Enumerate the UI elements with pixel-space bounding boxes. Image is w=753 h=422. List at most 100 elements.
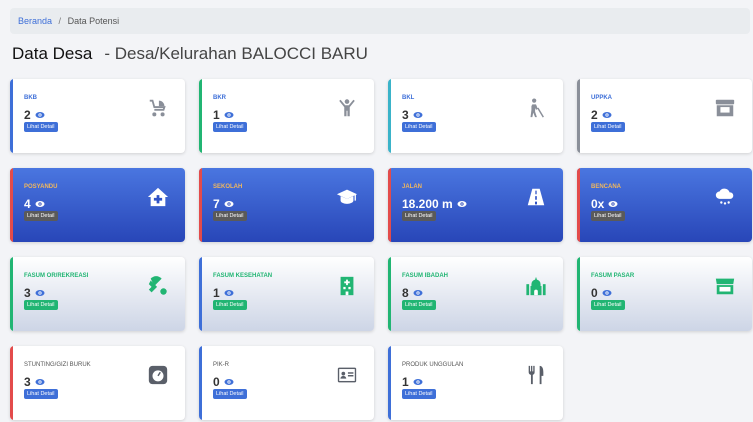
scale-icon [148, 365, 168, 385]
card-accent-bar [199, 346, 202, 420]
card-accent-bar [199, 79, 202, 153]
detail-button[interactable]: Lihat Detail [213, 211, 247, 221]
card-value: 7 [213, 197, 234, 211]
breadcrumb-home-link[interactable]: Beranda [18, 16, 52, 26]
breadcrumb: Beranda / Data Potensi [10, 8, 750, 34]
eye-icon[interactable] [457, 199, 467, 209]
card-accent-bar [199, 168, 202, 242]
page-title-text: Data Desa [12, 44, 93, 63]
card-value-text: 1 [213, 108, 220, 122]
page-subtitle: - Desa/Kelurahan BALOCCI BARU [104, 44, 368, 63]
card-accent-bar [10, 346, 13, 420]
card-value-text: 2 [591, 108, 598, 122]
card-value: 1 [402, 375, 423, 389]
card-accent-bar [577, 257, 580, 331]
store-icon [715, 99, 735, 117]
card-fasum-kesehatan: FASUM KESEHATAN 1 Lihat Detail [199, 257, 374, 331]
detail-button[interactable]: Lihat Detail [24, 211, 58, 221]
card-label: FASUM OR/REKREASI [24, 273, 89, 279]
card-label: FASUM PASAR [591, 273, 635, 279]
card-bkr: BKR 1 Lihat Detail [199, 79, 374, 153]
market-icon [715, 278, 735, 295]
page-title: Data Desa - Desa/Kelurahan BALOCCI BARU [12, 44, 368, 64]
card-label: PIK-R [213, 362, 230, 368]
detail-button[interactable]: Lihat Detail [24, 122, 58, 132]
card-label: BKL [402, 95, 415, 101]
eye-icon[interactable] [413, 377, 423, 387]
stroller-icon [149, 99, 166, 117]
card-value: 4 [24, 197, 45, 211]
detail-button[interactable]: Lihat Detail [24, 300, 58, 310]
card-accent-bar [10, 168, 13, 242]
card-accent-bar [577, 168, 580, 242]
detail-button[interactable]: Lihat Detail [402, 389, 436, 399]
detail-button[interactable]: Lihat Detail [402, 300, 436, 310]
eye-icon[interactable] [602, 288, 612, 298]
card-value-text: 0 [591, 286, 598, 300]
card-value: 8 [402, 286, 423, 300]
card-pik-r: PIK-R 0 Lihat Detail [199, 346, 374, 420]
card-label: BKR [213, 95, 226, 101]
card-label: POSYANDU [24, 184, 58, 190]
detail-button[interactable]: Lihat Detail [213, 300, 247, 310]
card-value: 3 [24, 286, 45, 300]
card-value-text: 2 [24, 108, 31, 122]
card-accent-bar [10, 257, 13, 331]
card-value: 3 [24, 375, 45, 389]
eye-icon[interactable] [224, 110, 234, 120]
eye-icon[interactable] [413, 110, 423, 120]
card-value: 0x [591, 197, 618, 211]
person-arms-up-icon [339, 99, 355, 117]
card-label: UPPKA [591, 95, 613, 101]
eye-icon[interactable] [608, 199, 618, 209]
id-card-icon [337, 367, 357, 383]
card-value: 1 [213, 108, 234, 122]
card-fasum-ibadah: FASUM IBADAH 8 Lihat Detail [388, 257, 563, 331]
card-value-text: 4 [24, 197, 31, 211]
eye-icon[interactable] [224, 377, 234, 387]
elderly-cane-icon [530, 98, 544, 118]
card-value-text: 3 [24, 375, 31, 389]
card-label: FASUM IBADAH [402, 273, 448, 279]
eye-icon[interactable] [35, 288, 45, 298]
card-value: 0 [591, 286, 612, 300]
card-label: BENCANA [591, 184, 621, 190]
card-sekolah: SEKOLAH 7 Lihat Detail [199, 168, 374, 242]
card-value: 1 [213, 286, 234, 300]
detail-button[interactable]: Lihat Detail [591, 122, 625, 132]
card-jalan: JALAN 18.200 m Lihat Detail [388, 168, 563, 242]
card-value-text: 0 [213, 375, 220, 389]
card-value: 0 [213, 375, 234, 389]
detail-button[interactable]: Lihat Detail [402, 122, 436, 132]
detail-button[interactable]: Lihat Detail [591, 300, 625, 310]
detail-button[interactable]: Lihat Detail [213, 389, 247, 399]
card-accent-bar [10, 79, 13, 153]
eye-icon[interactable] [224, 288, 234, 298]
eye-icon[interactable] [35, 199, 45, 209]
card-label: FASUM KESEHATAN [213, 273, 273, 279]
card-accent-bar [199, 257, 202, 331]
card-accent-bar [577, 79, 580, 153]
detail-button[interactable]: Lihat Detail [24, 389, 58, 399]
road-icon [527, 188, 545, 206]
eye-icon[interactable] [35, 110, 45, 120]
card-value-text: 1 [402, 375, 409, 389]
detail-button[interactable]: Lihat Detail [591, 211, 625, 221]
breadcrumb-separator: / [58, 16, 62, 26]
card-value-text: 8 [402, 286, 409, 300]
card-accent-bar [388, 346, 391, 420]
eye-icon[interactable] [413, 288, 423, 298]
eye-icon[interactable] [602, 110, 612, 120]
card-label: BKB [24, 95, 37, 101]
card-stunting-gizi-buruk: STUNTING/GIZI BURUK 3 Lihat Detail [10, 346, 185, 420]
card-value: 2 [24, 108, 45, 122]
detail-button[interactable]: Lihat Detail [213, 122, 247, 132]
card-value: 2 [591, 108, 612, 122]
card-value-text: 7 [213, 197, 220, 211]
card-accent-bar [388, 168, 391, 242]
eye-icon[interactable] [224, 199, 234, 209]
card-bkb: BKB 2 Lihat Detail [10, 79, 185, 153]
detail-button[interactable]: Lihat Detail [402, 211, 436, 221]
eye-icon[interactable] [35, 377, 45, 387]
card-value: 3 [402, 108, 423, 122]
